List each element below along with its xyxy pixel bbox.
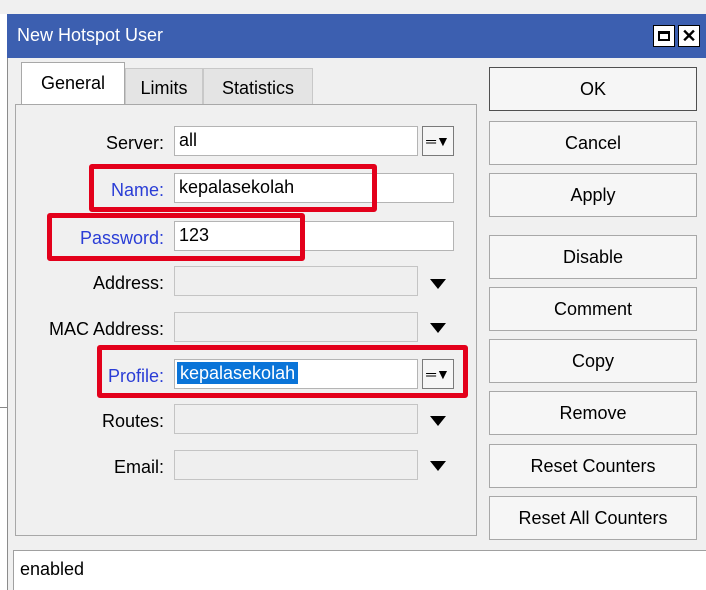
apply-label: Apply bbox=[570, 184, 616, 205]
divider bbox=[0, 407, 7, 408]
status-text: enabled bbox=[20, 559, 85, 579]
email-field[interactable] bbox=[174, 450, 418, 480]
remove-label: Remove bbox=[559, 402, 627, 423]
title-bar[interactable]: New Hotspot User ✕ bbox=[7, 14, 706, 58]
status-bar: enabled bbox=[13, 550, 706, 590]
email-label: Email: bbox=[113, 457, 164, 477]
apply-button[interactable]: Apply bbox=[489, 173, 697, 217]
server-dropdown-icon[interactable]: ═▼ bbox=[422, 126, 454, 156]
highlight-password bbox=[47, 213, 305, 261]
tab-limits-label: Limits bbox=[140, 78, 188, 98]
highlight-name bbox=[89, 164, 377, 212]
copy-label: Copy bbox=[571, 350, 615, 371]
cancel-label: Cancel bbox=[564, 132, 622, 153]
comment-button[interactable]: Comment bbox=[489, 287, 697, 331]
server-select[interactable]: all bbox=[174, 126, 418, 156]
mac-address-field[interactable] bbox=[174, 312, 418, 342]
reset-counters-button[interactable]: Reset Counters bbox=[489, 444, 697, 488]
routes-label: Routes: bbox=[101, 411, 164, 431]
comment-label: Comment bbox=[553, 298, 633, 319]
window-title: New Hotspot User bbox=[17, 25, 164, 45]
server-value: all bbox=[179, 130, 198, 150]
routes-expand-icon[interactable] bbox=[430, 416, 446, 426]
ok-label: OK bbox=[579, 78, 606, 99]
address-label: Address: bbox=[92, 273, 164, 293]
tab-limits[interactable]: Limits bbox=[125, 68, 203, 108]
highlight-profile bbox=[97, 345, 468, 398]
reset-all-counters-label: Reset All Counters bbox=[518, 507, 668, 528]
routes-field[interactable] bbox=[174, 404, 418, 434]
tab-general-label: General bbox=[40, 73, 106, 93]
tab-statistics[interactable]: Statistics bbox=[203, 68, 313, 108]
ok-button[interactable]: OK bbox=[489, 67, 697, 111]
close-icon[interactable]: ✕ bbox=[678, 25, 700, 47]
maximize-icon[interactable] bbox=[653, 25, 675, 47]
address-field[interactable] bbox=[174, 266, 418, 296]
remove-button[interactable]: Remove bbox=[489, 391, 697, 435]
mac-address-expand-icon[interactable] bbox=[430, 323, 446, 333]
tab-statistics-label: Statistics bbox=[221, 78, 295, 98]
email-expand-icon[interactable] bbox=[430, 461, 446, 471]
cancel-button[interactable]: Cancel bbox=[489, 121, 697, 165]
mac-address-label: MAC Address: bbox=[48, 319, 164, 339]
disable-button[interactable]: Disable bbox=[489, 235, 697, 279]
disable-label: Disable bbox=[562, 246, 624, 267]
reset-counters-label: Reset Counters bbox=[530, 455, 656, 476]
copy-button[interactable]: Copy bbox=[489, 339, 697, 383]
tab-general[interactable]: General bbox=[21, 62, 125, 104]
left-edge-strip bbox=[0, 14, 7, 590]
address-expand-icon[interactable] bbox=[430, 279, 446, 289]
server-label: Server: bbox=[105, 133, 164, 153]
reset-all-counters-button[interactable]: Reset All Counters bbox=[489, 496, 697, 540]
